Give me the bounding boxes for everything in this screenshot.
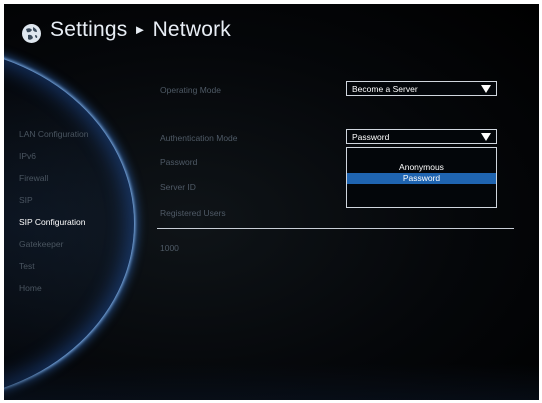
registered-user-row[interactable]: 1000 (160, 243, 179, 253)
password-label: Password (160, 157, 198, 167)
operating-mode-label: Operating Mode (160, 85, 221, 95)
option-anonymous[interactable]: Anonymous (347, 162, 496, 173)
sidebar-item-home[interactable]: Home (19, 283, 42, 293)
title-settings: Settings (50, 18, 128, 41)
sidebar-item-sip[interactable]: SIP (19, 195, 33, 205)
breadcrumb-separator: ► (133, 22, 147, 37)
tv-screen: Settings ► Network LAN Configuration IPv6 … (4, 4, 539, 400)
authentication-mode-options: Anonymous Password (346, 147, 497, 208)
sidebar-item-sip-configuration[interactable]: SIP Configuration (19, 217, 85, 227)
sidebar-item-firewall[interactable]: Firewall (19, 173, 48, 183)
title-section: Network (152, 18, 231, 41)
server-id-label: Server ID (160, 182, 196, 192)
page-title: Settings ► Network (50, 18, 231, 42)
sidebar-item-test[interactable]: Test (19, 261, 35, 271)
operating-mode-dropdown[interactable]: Become a Server (346, 81, 497, 96)
dropdown-arrow-icon (481, 133, 491, 141)
operating-mode-value: Become a Server (352, 84, 418, 94)
registered-users-divider (157, 228, 514, 229)
bottom-glow (4, 364, 539, 400)
authentication-mode-dropdown[interactable]: Password (346, 129, 497, 144)
sidebar-item-lan-configuration[interactable]: LAN Configuration (19, 129, 88, 139)
authentication-mode-label: Authentication Mode (160, 133, 238, 143)
settings-globe-icon (22, 24, 41, 43)
sidebar-item-ipv6[interactable]: IPv6 (19, 151, 36, 161)
authentication-mode-value: Password (352, 132, 390, 142)
dropdown-arrow-icon (481, 85, 491, 93)
registered-users-label: Registered Users (160, 208, 226, 218)
sidebar-item-gatekeeper[interactable]: Gatekeeper (19, 239, 63, 249)
option-password[interactable]: Password (347, 173, 496, 184)
